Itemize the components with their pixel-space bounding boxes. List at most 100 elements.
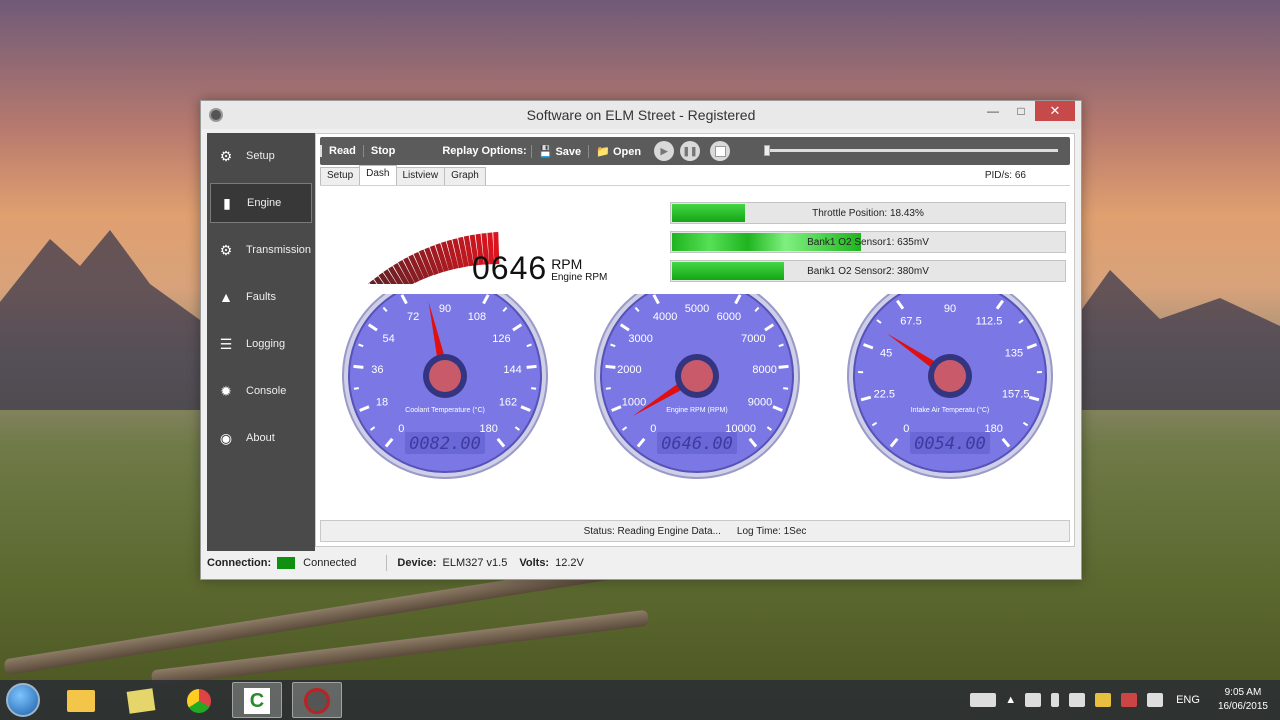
gear-icon: ⚙ bbox=[219, 241, 233, 258]
tab-graph[interactable]: Graph bbox=[444, 167, 486, 185]
gauge-tick-label: 8000 bbox=[752, 364, 776, 376]
notes-icon bbox=[126, 688, 156, 714]
stop-replay-icon[interactable] bbox=[710, 141, 731, 161]
engine-icon: ▮ bbox=[223, 194, 231, 211]
taskbar: C ▲ ENG 9:05 AM 16/06/2015 bbox=[0, 680, 1280, 720]
read-button[interactable]: Read bbox=[320, 145, 363, 157]
o2-sensor2-bar: Bank1 O2 Sensor2: 380mV bbox=[670, 260, 1066, 282]
tab-dash[interactable]: Dash bbox=[359, 165, 397, 185]
clock[interactable]: 9:05 AM 16/06/2015 bbox=[1218, 686, 1268, 714]
gauge-tick-label: 45 bbox=[880, 348, 892, 360]
gauge-hub bbox=[429, 360, 461, 392]
o2-sensor2-bar-label: Bank1 O2 Sensor2: 380mV bbox=[807, 265, 929, 277]
replay-slider[interactable] bbox=[764, 145, 1058, 156]
elm-app-icon bbox=[304, 688, 330, 714]
gauge-hub bbox=[681, 360, 713, 392]
play-icon[interactable]: ▶ bbox=[654, 141, 675, 161]
gauge-tick bbox=[778, 364, 789, 369]
window-controls: — □ ✕ bbox=[979, 101, 1075, 121]
sidebar-item-engine[interactable]: ▮ Engine bbox=[210, 183, 312, 223]
toolbar: Read Stop Replay Options: 💾 Save 📁 Open … bbox=[320, 137, 1070, 165]
gauge-tick-label: 108 bbox=[468, 311, 486, 323]
start-button[interactable] bbox=[6, 683, 40, 717]
o2-sensor1-bar: Bank1 O2 Sensor1: 635mV bbox=[670, 231, 1066, 253]
maximize-icon[interactable]: □ bbox=[1007, 101, 1035, 121]
gauge-tick-label: 3000 bbox=[628, 333, 652, 345]
gauge-cluster: 01836547290108126144162180Coolant Temper… bbox=[342, 294, 1053, 479]
rpm-display: 0646 RPM Engine RPM bbox=[472, 252, 607, 284]
open-label: Open bbox=[612, 145, 642, 158]
gauge-tick-label: 144 bbox=[503, 364, 521, 376]
volume-icon[interactable] bbox=[1147, 693, 1164, 707]
tab-divider bbox=[320, 185, 1070, 186]
gauge-tick-label: 1000 bbox=[622, 397, 646, 409]
gauge-tick-label: 0 bbox=[650, 423, 656, 435]
windows-icon[interactable] bbox=[1025, 693, 1042, 707]
status-bar: Status: Reading Engine Data... Log Time:… bbox=[320, 520, 1070, 542]
minimize-icon[interactable]: — bbox=[979, 101, 1007, 121]
gauge-tick-label: 5000 bbox=[685, 303, 709, 315]
sync-icon[interactable] bbox=[1095, 693, 1112, 707]
sidebar-item-about[interactable]: ◉ About bbox=[210, 418, 312, 458]
gauge-tick bbox=[353, 387, 359, 390]
save-icon: 💾 bbox=[538, 145, 556, 158]
connection-value: Connected bbox=[303, 557, 357, 569]
gauge-tick-label: 18 bbox=[376, 397, 388, 409]
sidebar-item-label: Logging bbox=[246, 338, 286, 350]
replay-slider-handle[interactable] bbox=[764, 145, 770, 156]
chrome-task[interactable] bbox=[174, 682, 224, 718]
notes-task[interactable] bbox=[116, 682, 166, 718]
warning-icon: ▲ bbox=[219, 289, 233, 305]
tab-strip: Setup Dash Listview Graph bbox=[320, 165, 486, 185]
sidebar-item-setup[interactable]: ⚙ Setup bbox=[210, 136, 312, 176]
show-hidden-icon[interactable]: ▲ bbox=[1005, 694, 1016, 706]
tab-listview[interactable]: Listview bbox=[395, 167, 446, 185]
connection-bar: Connection: Connected Device: ELM327 v1.… bbox=[207, 553, 1077, 573]
gauge-title: Engine RPM (RPM) bbox=[666, 407, 727, 414]
sidebar: ⚙ Setup ▮ Engine ⚙ Transmission ▲ Faults… bbox=[207, 133, 315, 551]
status-text: Status: Reading Engine Data... bbox=[583, 525, 721, 537]
sidebar-item-label: Transmission bbox=[246, 244, 311, 256]
sidebar-item-label: About bbox=[246, 432, 275, 444]
connection-status-led bbox=[277, 557, 296, 569]
gauge-tick bbox=[605, 387, 611, 390]
save-button[interactable]: 💾 Save bbox=[530, 144, 588, 158]
keyboard-icon[interactable] bbox=[970, 693, 997, 707]
gauge-tick-label: 54 bbox=[382, 333, 394, 345]
gauge-tick bbox=[353, 364, 364, 369]
device-value: ELM327 v1.5 bbox=[442, 557, 508, 569]
pause-icon[interactable]: ❚❚ bbox=[680, 141, 701, 161]
sidebar-item-logging[interactable]: ☰ Logging bbox=[210, 324, 312, 364]
gauge-tick-label: 90 bbox=[439, 303, 451, 315]
system-tray: ▲ ENG 9:05 AM 16/06/2015 bbox=[965, 680, 1280, 720]
title-bar[interactable]: Software on ELM Street - Registered — □ … bbox=[201, 101, 1081, 129]
dropbox-icon[interactable] bbox=[1069, 693, 1086, 707]
open-button[interactable]: 📁 Open bbox=[588, 144, 648, 158]
close-icon[interactable]: ✕ bbox=[1035, 101, 1075, 121]
sidebar-item-transmission[interactable]: ⚙ Transmission bbox=[210, 230, 312, 270]
mountain-left bbox=[0, 230, 200, 410]
gauge-tick-label: 162 bbox=[499, 397, 517, 409]
divider bbox=[386, 555, 388, 571]
sidebar-item-label: Engine bbox=[247, 197, 282, 209]
elm-app-task[interactable] bbox=[292, 682, 342, 718]
language-indicator[interactable]: ENG bbox=[1176, 694, 1200, 706]
gauge-title: Coolant Temperature (°C) bbox=[405, 406, 485, 414]
sidebar-item-faults[interactable]: ▲ Faults bbox=[210, 277, 312, 317]
network-icon[interactable] bbox=[1121, 693, 1138, 707]
battery-icon[interactable] bbox=[1051, 693, 1060, 707]
gauge-tick-label: 36 bbox=[371, 364, 383, 376]
gauge-tick-label: 0 bbox=[903, 423, 909, 435]
stop-button[interactable]: Stop bbox=[362, 145, 402, 157]
tab-setup[interactable]: Setup bbox=[320, 167, 361, 185]
mountain-right bbox=[1080, 270, 1280, 410]
app-window: Software on ELM Street - Registered — □ … bbox=[200, 100, 1082, 580]
dashboard-panel: Read Stop Replay Options: 💾 Save 📁 Open … bbox=[315, 133, 1075, 547]
gauge-tick bbox=[526, 364, 537, 369]
gauge-tick-label: 6000 bbox=[717, 311, 741, 323]
gauge-readout: 0082.00 bbox=[409, 434, 481, 454]
file-explorer-task[interactable] bbox=[56, 682, 106, 718]
camtasia-task[interactable]: C bbox=[232, 682, 282, 718]
rpm-name: Engine RPM bbox=[551, 272, 608, 283]
sidebar-item-console[interactable]: ✹ Console bbox=[210, 371, 312, 411]
